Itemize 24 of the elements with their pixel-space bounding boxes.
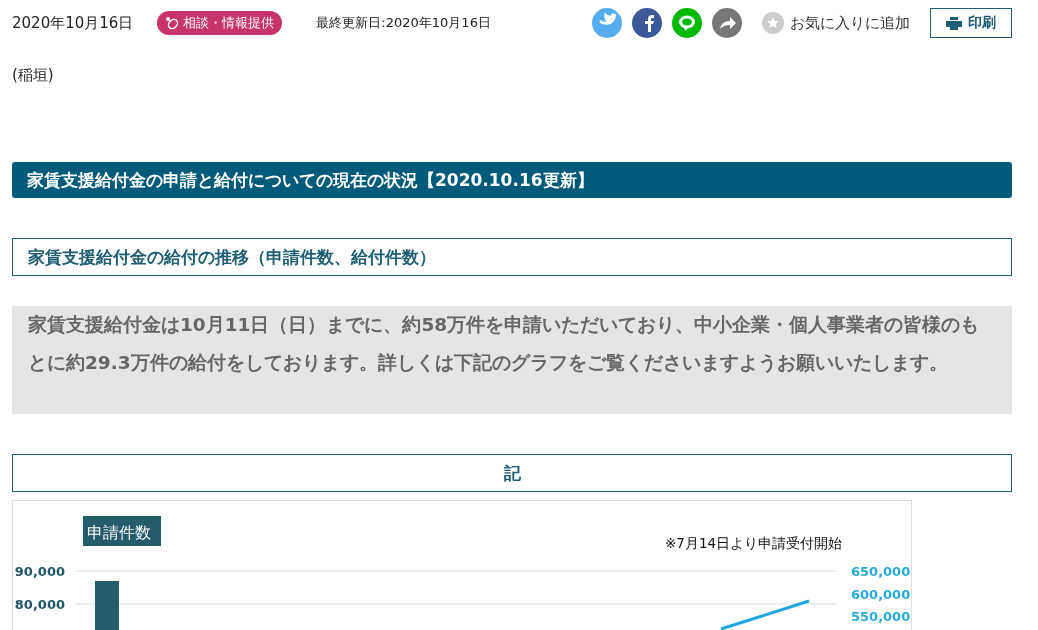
category-badge[interactable]: 相談・情報提供 — [157, 11, 283, 35]
letter-f-icon[interactable] — [632, 8, 662, 38]
printer-icon — [946, 16, 962, 30]
last-updated: 最終更新日:2020年10月16日 — [316, 14, 492, 32]
print-button[interactable]: 印刷 — [930, 8, 1012, 38]
axis-tick-label: 550,000 — [851, 609, 911, 624]
share-icon[interactable] — [712, 8, 742, 38]
chart-annotation: ※7月14日より申請受付開始 — [665, 535, 843, 551]
post-date: 2020年10月16日 — [12, 13, 134, 33]
section-heading: 家賃支援給付金の申請と給付についての現在の状況【2020.10.16更新】 — [12, 162, 1012, 198]
paperclip-icon — [165, 16, 180, 30]
axis-tick-label: 80,000 — [14, 597, 65, 612]
notice-heading: 記 — [12, 454, 1012, 492]
axis-tick-label: 90,000 — [14, 564, 65, 579]
axis-tick-label: 650,000 — [851, 564, 911, 579]
axis-tick-label: 600,000 — [851, 586, 911, 602]
favorite-button[interactable]: お気に入りに追加 — [762, 12, 910, 34]
author-name: (稲垣) — [12, 66, 55, 86]
chart-title: 申請件数 — [83, 516, 161, 546]
subheading: 家賃支援給付金の給付の推移（申請件数、給付件数） — [12, 238, 1012, 276]
speech-bubble-icon[interactable] — [672, 8, 702, 38]
chart-bar — [95, 581, 119, 630]
bird-icon[interactable] — [592, 8, 622, 38]
summary-paragraph: 家賃支援給付金は10月11日（日）までに、約58万件を申請いただいており、中小企業・個人事業者の皆様のもとに約29.3万件の給付をしております。詳しくは下記のグラフをご覧くださいますようお願いいたします。 — [12, 306, 1012, 414]
